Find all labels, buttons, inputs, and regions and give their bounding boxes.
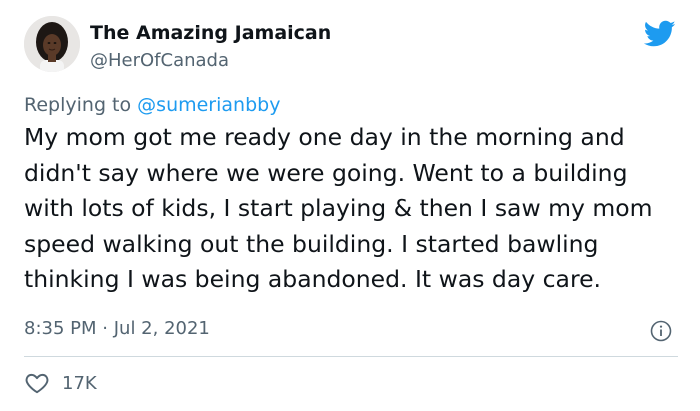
replying-to-label: Replying to	[24, 94, 132, 116]
info-icon[interactable]	[650, 320, 672, 342]
tweet-text: My mom got me ready one day in the morni…	[24, 123, 653, 293]
replying-to: Replying to @sumerianbby	[24, 94, 280, 116]
user-handle[interactable]: @HerOfCanada	[90, 50, 229, 71]
display-name[interactable]: The Amazing Jamaican	[90, 22, 331, 44]
tweet-date: Jul 2, 2021	[113, 318, 210, 339]
avatar[interactable]	[24, 16, 80, 72]
twitter-bird-icon[interactable]	[644, 20, 676, 48]
profile-photo-icon	[24, 16, 80, 72]
meta-separator: ·	[102, 318, 108, 339]
tweet-card: The Amazing Jamaican @HerOfCanada Replyi…	[0, 0, 700, 411]
tweet-timestamp[interactable]: 8:35 PM · Jul 2, 2021	[24, 318, 210, 339]
like-count: 17K	[62, 372, 97, 394]
heart-icon	[25, 373, 49, 394]
tweet-time: 8:35 PM	[24, 318, 97, 339]
divider	[24, 356, 678, 357]
like-button[interactable]: 17K	[24, 370, 97, 396]
reply-mention-link[interactable]: @sumerianbby	[137, 94, 280, 116]
